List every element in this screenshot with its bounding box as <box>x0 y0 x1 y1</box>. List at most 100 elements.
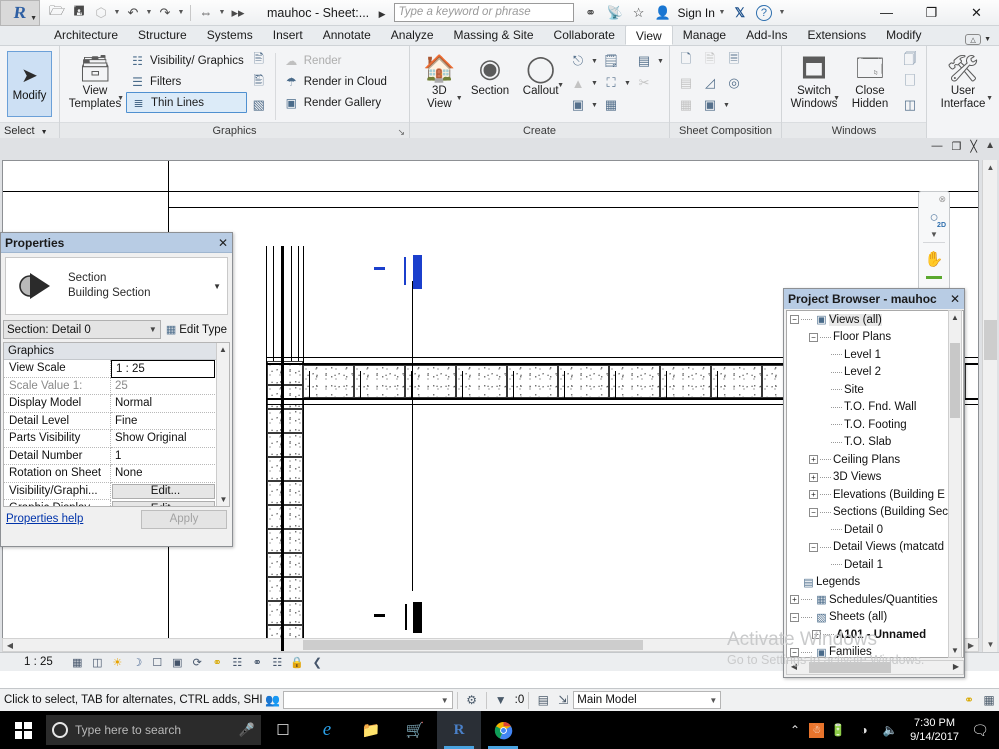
ribbon-collapse-icon[interactable]: △ <box>965 34 982 45</box>
communication-center-icon[interactable]: 📡 <box>604 2 626 24</box>
horizontal-scroll-thumb[interactable] <box>303 640 643 650</box>
crop-view-icon[interactable]: ▣ <box>168 654 187 671</box>
view-scroll-collapse-icon[interactable]: ▲ <box>985 140 995 151</box>
section-tick-lower[interactable] <box>405 604 407 630</box>
close-hidden-button[interactable]: 🗔 Close Hidden <box>842 49 898 111</box>
revisions-chevron-down-icon[interactable]: ▼ <box>722 102 731 109</box>
property-row-visibility-graphics[interactable]: Visibility/Graphi... Edit... <box>4 482 229 500</box>
selected-section-dash[interactable] <box>374 267 385 270</box>
element-selector-combo[interactable]: Section: Detail 0 ▼ <box>3 320 161 339</box>
property-value-detail-level[interactable]: Fine <box>111 413 229 430</box>
tree-node-ceiling-plans[interactable]: + Ceiling Plans <box>787 451 963 469</box>
select-underlay-icon[interactable]: ▦ <box>979 690 999 710</box>
view-restore-icon[interactable]: ❐ <box>952 140 962 153</box>
tree-node-legends[interactable]: ▤ Legends <box>787 574 963 592</box>
tree-node-detail-1[interactable]: Detail 1 <box>787 556 963 574</box>
subscription-icon[interactable]: ⚭ <box>580 2 602 24</box>
tab-annotate[interactable]: Annotate <box>313 25 381 45</box>
vertical-scroll-thumb[interactable] <box>984 320 997 360</box>
edge-browser-button[interactable]: e <box>305 711 349 749</box>
properties-scroll-down-icon[interactable]: ▼ <box>217 493 229 506</box>
type-selector-preview[interactable]: Section Building Section ▼ <box>5 257 228 315</box>
user-interface-button[interactable]: 🛠 User Interface ▼ <box>931 49 995 111</box>
action-center-icon[interactable]: 🗨 <box>967 711 993 749</box>
sun-path-icon[interactable]: ☀ <box>108 654 127 671</box>
taskbar-search-box[interactable]: Type here to search 🎤 <box>46 715 261 745</box>
java-icon[interactable]: ☃ <box>809 722 825 738</box>
save-as-icon[interactable]: ⬡ <box>90 2 112 24</box>
pan-hand-icon[interactable]: ✋ <box>921 246 947 272</box>
replicate-window-icon[interactable]: 🗍 <box>898 50 922 72</box>
sign-in-label[interactable]: Sign In <box>678 6 715 20</box>
maximize-restore-button[interactable]: ❐ <box>909 0 954 26</box>
expander-plus-icon[interactable]: + <box>809 455 818 465</box>
tree-node-sections[interactable]: − Sections (Building Sec <box>787 504 963 522</box>
analytical-model-icon[interactable]: ☷ <box>268 654 287 671</box>
tab-modify[interactable]: Modify <box>876 25 931 45</box>
drafting-view-chevron-down-icon[interactable]: ▼ <box>590 58 599 65</box>
measure-icon[interactable]: ⇔ <box>195 2 217 24</box>
3d-view-chevron-down-icon[interactable]: ▼ <box>456 92 463 105</box>
duplicate-view-icon[interactable]: ▣ <box>566 94 590 116</box>
property-value-view-scale[interactable]: 1 : 25 <box>111 360 215 378</box>
visibility-graphics-button[interactable]: ☷ Visibility/ Graphics <box>126 50 247 71</box>
schedule-table-icon[interactable]: ▤ <box>632 50 656 72</box>
properties-grid-scrollbar[interactable]: ▲ ▼ <box>216 343 229 506</box>
redo-icon[interactable]: ↷ <box>154 2 176 24</box>
browser-scroll-left-icon[interactable]: ◀ <box>787 661 801 672</box>
new-sheet-icon[interactable]: 🗋 <box>674 50 698 72</box>
shadows-icon[interactable]: ☽ <box>128 654 147 671</box>
tab-structure[interactable]: Structure <box>128 25 197 45</box>
render-gallery-button[interactable]: ▣ Render Gallery <box>280 92 390 113</box>
panel-select-title[interactable]: Select ▼ <box>0 122 59 138</box>
worksharing-status-icon[interactable]: 👥 <box>263 690 283 710</box>
favorites-star-icon[interactable]: ☆ <box>628 2 650 24</box>
worksets-combo[interactable]: Main Model ▼ <box>573 691 722 709</box>
callout-chevron-down-icon[interactable]: ▼ <box>557 79 564 92</box>
tree-node-detail-views[interactable]: − Detail Views (matcatd <box>787 539 963 557</box>
property-value-rotation-on-sheet[interactable]: None <box>111 465 229 483</box>
tab-view[interactable]: View <box>624 25 673 45</box>
property-row-rotation-on-sheet[interactable]: Rotation on Sheet None <box>4 465 229 483</box>
tree-node-level-1[interactable]: Level 1 <box>787 346 963 364</box>
redo-chevron-down-icon[interactable]: ▼ <box>176 2 186 24</box>
scroll-down-arrow-icon[interactable]: ▼ <box>983 637 998 652</box>
reveal-hidden-elements-icon[interactable]: ☷ <box>228 654 247 671</box>
browser-hscroll-thumb[interactable] <box>809 662 891 673</box>
switch-windows-chevron-down-icon[interactable]: ▼ <box>833 92 840 105</box>
scope-box-icon[interactable]: ⛶ <box>599 72 623 94</box>
property-row-parts-visibility[interactable]: Parts Visibility Show Original <box>4 430 229 448</box>
view-templates-button[interactable]: 🗃 View Templates ▼ <box>64 49 126 111</box>
customize-quick-access-icon[interactable]: ▸▸ <box>227 2 249 24</box>
scroll-up-arrow-icon[interactable]: ▲ <box>983 160 998 175</box>
scroll-left-arrow-icon[interactable]: ◀ <box>3 639 17 651</box>
filters-button[interactable]: ☰ Filters <box>126 71 247 92</box>
cascade-windows-icon[interactable]: 🗌 <box>898 72 922 94</box>
property-row-detail-level[interactable]: Detail Level Fine <box>4 412 229 430</box>
switch-windows-button[interactable]: 🗖 Switch Windows ▼ <box>786 49 842 111</box>
tree-node-to-fnd-wall[interactable]: T.O. Fnd. Wall <box>787 399 963 417</box>
type-selector-chevron-down-icon[interactable]: ▼ <box>213 282 221 291</box>
taskbar-clock[interactable]: 7:30 PM 9/14/2017 <box>904 716 965 744</box>
project-browser-tree[interactable]: − ▣ Views (all) − Floor Plans Level 1 Le… <box>786 310 964 658</box>
modify-button[interactable]: ➤ Modify <box>7 51 52 117</box>
detail-level-icon[interactable]: ▦ <box>68 654 87 671</box>
select-links-icon[interactable]: ⚭ <box>959 690 979 710</box>
apply-button[interactable]: Apply <box>141 509 227 529</box>
tree-node-3d-views[interactable]: + 3D Views <box>787 469 963 487</box>
expander-minus-icon[interactable]: − <box>790 647 799 657</box>
selected-section-head[interactable] <box>413 255 422 289</box>
tree-node-floor-plans[interactable]: − Floor Plans <box>787 329 963 347</box>
property-value-display-model[interactable]: Normal <box>111 395 229 413</box>
view-reference-icon[interactable]: 🗏 <box>722 50 746 72</box>
revit-taskbar-button[interactable]: R <box>437 711 481 749</box>
tree-node-families[interactable]: − ▣ Families <box>787 644 963 657</box>
chrome-browser-button[interactable] <box>481 711 525 749</box>
close-button[interactable]: ✕ <box>954 0 999 26</box>
tab-insert[interactable]: Insert <box>263 25 313 45</box>
3d-view-button[interactable]: 🏠 3D View ▼ <box>414 49 465 111</box>
schedule-table-chevron-down-icon[interactable]: ▼ <box>656 58 665 65</box>
design-options-icon[interactable]: ⚙ <box>462 690 482 710</box>
selected-section-tick[interactable] <box>404 257 406 285</box>
show-crop-region-icon[interactable]: ⟳ <box>188 654 207 671</box>
